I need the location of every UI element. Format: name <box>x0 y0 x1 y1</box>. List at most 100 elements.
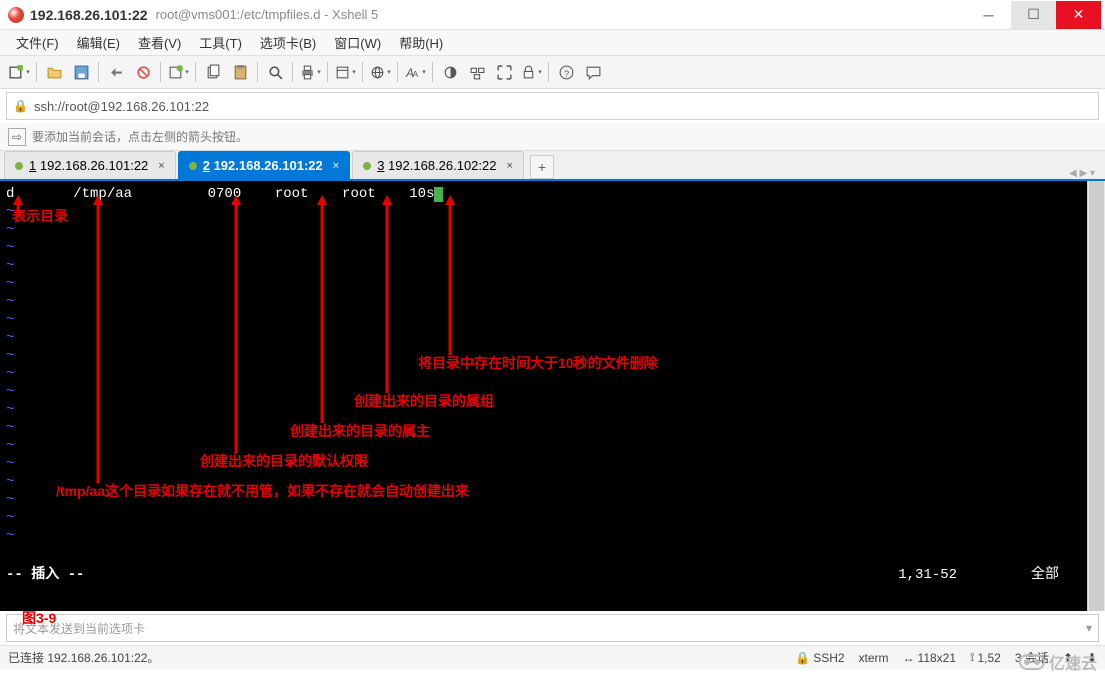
connect-icon[interactable] <box>103 59 129 85</box>
status-ssh: 🔒 SSH2 <box>795 651 844 665</box>
annotation-arrow-icon <box>226 195 246 453</box>
status-connection: 已连接 192.168.26.101:22。 <box>8 649 159 666</box>
tab-1[interactable]: 1 192.168.26.101:22 × <box>4 151 176 179</box>
terminal-tilde: ~ <box>6 221 1081 239</box>
terminal-tilde: ~ <box>6 329 1081 347</box>
annotation-label: 表示目录 <box>12 206 68 226</box>
watermark-text: 亿速云 <box>1049 650 1097 674</box>
help-icon[interactable]: ? <box>553 59 579 85</box>
color-icon[interactable] <box>437 59 463 85</box>
status-size: ↔ 118x21 <box>903 651 956 665</box>
vim-position: 1,31-52 <box>898 567 957 583</box>
minimize-button[interactable]: ─ <box>966 1 1011 29</box>
menu-window[interactable]: 窗口(W) <box>326 30 389 55</box>
annotation-arrow-icon <box>377 195 397 393</box>
window-subtitle: root@vms001:/etc/tmpfiles.d - Xshell 5 <box>156 7 379 22</box>
hint-bar: ⇨ 要添加当前会话，点击左侧的箭头按钮。 <box>0 123 1105 151</box>
address-bar[interactable]: 🔒 ssh://root@192.168.26.101:22 <box>6 92 1099 120</box>
add-session-icon[interactable]: ⇨ <box>8 128 26 146</box>
menu-bar: 文件(F) 编辑(E) 查看(V) 工具(T) 选项卡(B) 窗口(W) 帮助(… <box>0 30 1105 56</box>
annotation-label: 创建出来的目录的默认权限 <box>200 451 368 471</box>
vim-scope: 全部 <box>1031 563 1059 583</box>
annotation-arrow-icon <box>440 195 460 355</box>
status-cursor: ⟟ 1,52 <box>970 650 1001 665</box>
paste-icon[interactable] <box>227 59 253 85</box>
terminal-tilde: ~ <box>6 527 1081 545</box>
tab-label: 1 192.168.26.101:22 <box>29 158 148 173</box>
terminal-tilde: ~ <box>6 401 1081 419</box>
annotation-arrow-icon <box>88 195 108 483</box>
svg-text:?: ? <box>563 68 568 79</box>
annotation-label: /tmp/aa这个目录如果存在就不用管，如果不存在就会自动创建出来 <box>56 481 469 501</box>
vim-mode: -- 插入 -- <box>6 563 84 583</box>
globe-icon[interactable]: ▾ <box>367 59 393 85</box>
status-term: xterm <box>859 651 889 665</box>
tab-label: 3 192.168.26.102:22 <box>377 158 496 173</box>
lock-icon[interactable]: ▾ <box>518 59 544 85</box>
tab-label: 2 192.168.26.101:22 <box>203 158 323 173</box>
menu-tabs[interactable]: 选项卡(B) <box>252 30 324 55</box>
close-icon[interactable]: × <box>158 160 164 172</box>
watermark: 亿速云 <box>1019 650 1097 674</box>
dropdown-arrow-icon[interactable]: ▾ <box>1086 621 1092 635</box>
title-bar: 192.168.26.101:22 root@vms001:/etc/tmpfi… <box>0 0 1105 30</box>
toolbar: ▾ ▾ ▾ ▾ ▾ AA▾ ▾ ? <box>0 56 1105 89</box>
send-text-input[interactable]: 将文本发送到当前选项卡 ▾ <box>6 614 1099 642</box>
lock-small-icon: 🔒 <box>13 99 28 113</box>
sessions-icon[interactable] <box>464 59 490 85</box>
scrollbar-vertical[interactable] <box>1087 181 1105 611</box>
new-tab-button[interactable]: + <box>530 155 554 179</box>
terminal-tilde: ~ <box>6 311 1081 329</box>
fullscreen-icon[interactable] <box>491 59 517 85</box>
reconnect-icon[interactable]: ▾ <box>165 59 191 85</box>
copy-icon[interactable] <box>200 59 226 85</box>
status-dot-icon <box>15 162 23 170</box>
chat-icon[interactable] <box>580 59 606 85</box>
close-icon[interactable]: × <box>506 160 512 172</box>
terminal-line-content: d /tmp/aa 0700 root root 10s <box>6 185 1081 203</box>
address-text: ssh://root@192.168.26.101:22 <box>34 99 209 114</box>
terminal-tilde: ~ <box>6 239 1081 257</box>
maximize-button[interactable]: ☐ <box>1011 1 1056 29</box>
tab-bar: 1 192.168.26.101:22 × 2 192.168.26.101:2… <box>0 151 1105 181</box>
close-icon[interactable]: × <box>333 160 339 172</box>
menu-help[interactable]: 帮助(H) <box>391 30 451 55</box>
terminal-tilde: ~ <box>6 203 1081 221</box>
annotation-label: 创建出来的目录的属主 <box>290 421 430 441</box>
font-icon[interactable]: AA▾ <box>402 59 428 85</box>
disconnect-icon[interactable] <box>130 59 156 85</box>
tab-3[interactable]: 3 192.168.26.102:22 × <box>352 151 524 179</box>
open-icon[interactable] <box>41 59 67 85</box>
watermark-icon <box>1019 654 1045 670</box>
terminal[interactable]: d /tmp/aa 0700 root root 10s ~ ~ ~ ~ ~ ~… <box>0 181 1087 611</box>
menu-edit[interactable]: 编辑(E) <box>69 30 128 55</box>
tab-2[interactable]: 2 192.168.26.101:22 × <box>178 151 350 179</box>
scrollbar-thumb[interactable] <box>1089 181 1104 611</box>
figure-label: 图3-9 <box>22 608 56 628</box>
app-icon <box>8 7 24 23</box>
hint-text: 要添加当前会话，点击左侧的箭头按钮。 <box>32 128 248 145</box>
status-dot-icon <box>363 162 371 170</box>
terminal-tilde: ~ <box>6 437 1081 455</box>
new-session-icon[interactable]: ▾ <box>6 59 32 85</box>
annotation-label: 创建出来的目录的属组 <box>354 391 494 411</box>
annotation-arrow-icon <box>312 195 332 423</box>
properties-icon[interactable]: ▾ <box>332 59 358 85</box>
terminal-tilde: ~ <box>6 509 1081 527</box>
terminal-tilde: ~ <box>6 257 1081 275</box>
tab-nav-arrows[interactable]: ◀ ▶ ▾ <box>1069 168 1101 179</box>
terminal-tilde: ~ <box>6 383 1081 401</box>
terminal-tilde: ~ <box>6 275 1081 293</box>
print-icon[interactable]: ▾ <box>297 59 323 85</box>
save-icon[interactable] <box>68 59 94 85</box>
status-dot-icon <box>189 162 197 170</box>
search-icon[interactable] <box>262 59 288 85</box>
close-button[interactable]: ✕ <box>1056 1 1101 29</box>
menu-file[interactable]: 文件(F) <box>8 30 67 55</box>
menu-view[interactable]: 查看(V) <box>130 30 189 55</box>
status-bar: 已连接 192.168.26.101:22。 🔒 SSH2 xterm ↔ 11… <box>0 645 1105 669</box>
terminal-tilde: ~ <box>6 293 1081 311</box>
annotation-label: 将目录中存在时间大于10秒的文件删除 <box>418 353 658 373</box>
window-title: 192.168.26.101:22 <box>30 7 148 23</box>
menu-tools[interactable]: 工具(T) <box>191 30 250 55</box>
